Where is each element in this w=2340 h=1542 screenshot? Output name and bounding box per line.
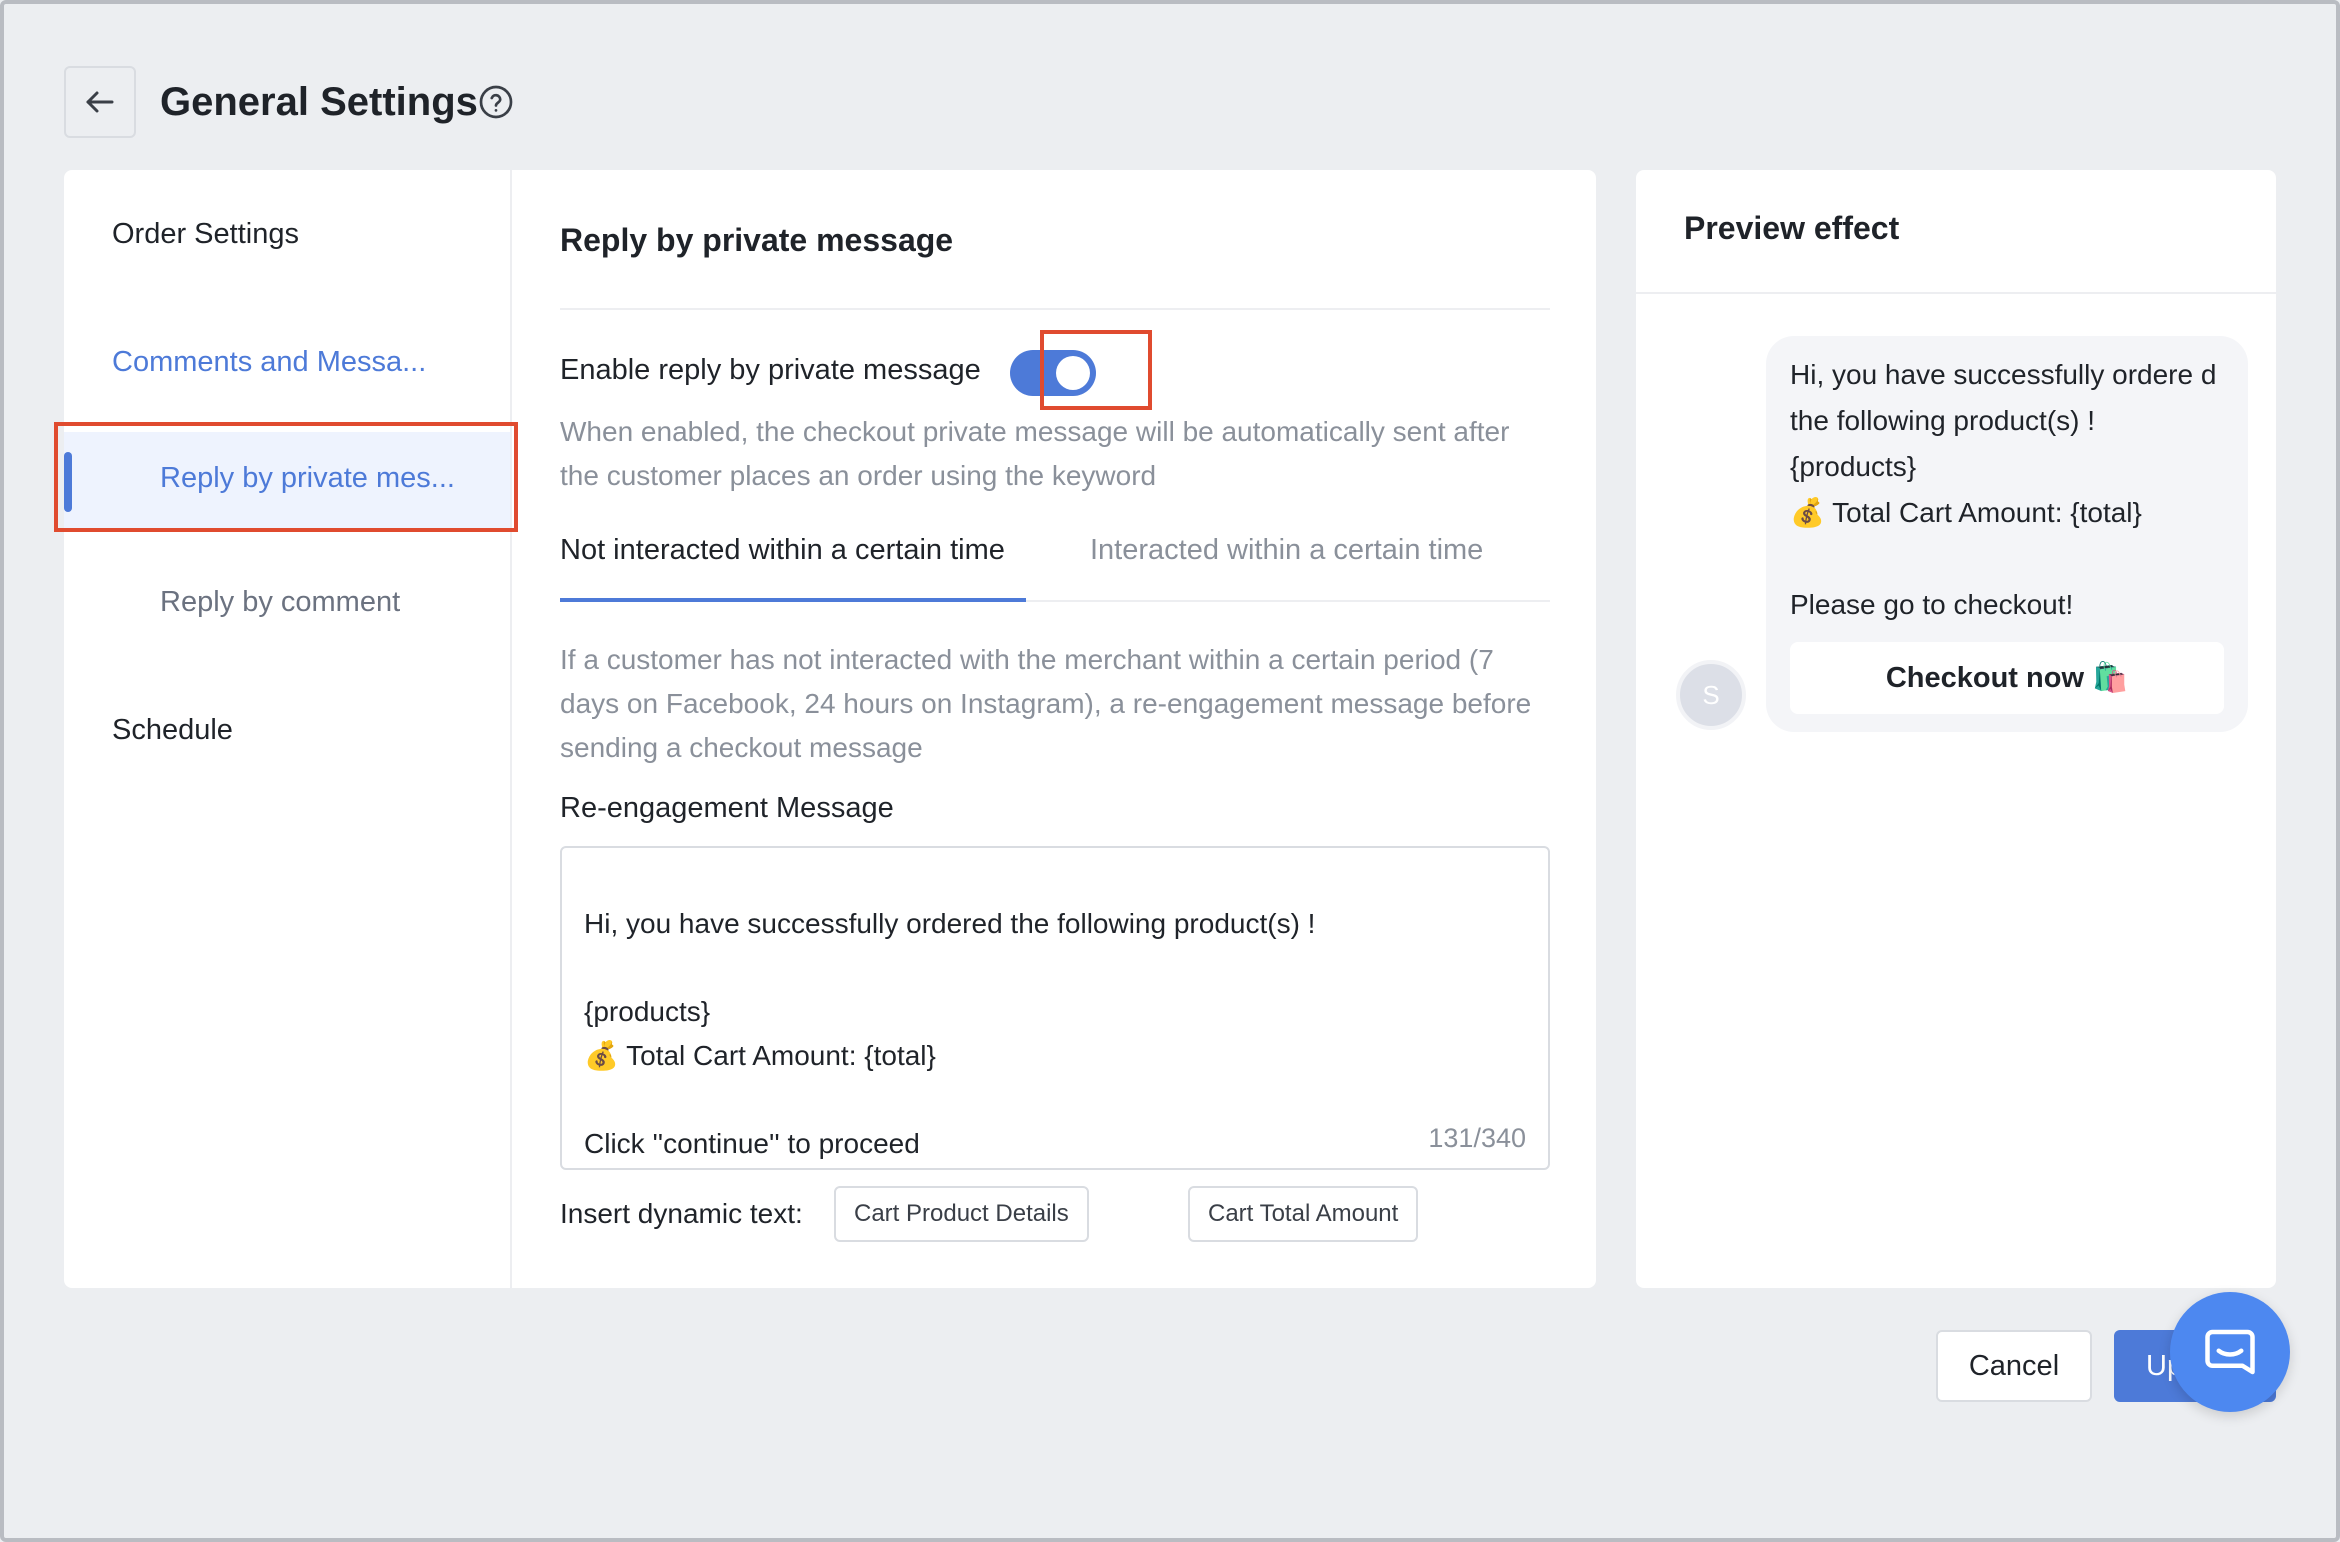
enable-description: When enabled, the checkout private messa… — [560, 416, 1510, 491]
cancel-button[interactable]: Cancel — [1936, 1330, 2092, 1402]
arrow-left-icon — [86, 91, 114, 113]
active-tab-underline — [560, 598, 1026, 602]
question-circle-icon[interactable] — [478, 84, 514, 120]
sidebar-item-schedule[interactable]: Schedule — [112, 710, 233, 750]
message-bubble: Hi, you have successfully ordere d the f… — [1766, 336, 2248, 732]
bubble-text: Hi, you have successfully ordere d the f… — [1790, 359, 2217, 620]
character-counter: 131/340 — [1428, 1123, 1526, 1153]
checkout-now-button[interactable]: Checkout now 🛍️ — [1790, 642, 2224, 714]
info-text: If a customer has not interacted with th… — [560, 644, 1532, 763]
toggle-knob — [1056, 356, 1090, 390]
sidebar: Order Settings Comments and Messa... Rep… — [64, 170, 512, 1288]
reengagement-label: Re-engagement Message — [560, 792, 894, 824]
textarea-value: Hi, you have successfully ordered the fo… — [584, 908, 1316, 1159]
sidebar-item-reply-by-private-message[interactable]: Reply by private mes... — [64, 432, 510, 532]
enable-label: Enable reply by private message — [560, 354, 981, 386]
sidebar-item-order-settings[interactable]: Order Settings — [112, 214, 299, 254]
settings-card: Order Settings Comments and Messa... Rep… — [64, 170, 1596, 1288]
sidebar-item-label: Reply by private mes... — [160, 462, 455, 494]
divider — [1636, 292, 2276, 294]
insert-dynamic-text-label: Insert dynamic text: — [560, 1198, 803, 1229]
chat-widget-button[interactable] — [2170, 1292, 2290, 1412]
cart-product-details-button[interactable]: Cart Product Details — [834, 1186, 1089, 1242]
preview-title: Preview effect — [1684, 210, 1900, 246]
section-title: Reply by private message — [560, 222, 954, 258]
avatar: S — [1676, 660, 1746, 730]
sidebar-item-comments-and-messages[interactable]: Comments and Messa... — [112, 342, 426, 382]
active-indicator — [64, 452, 72, 512]
preview-card: Preview effect Hi, you have successfully… — [1636, 170, 2276, 1288]
cart-total-amount-button[interactable]: Cart Total Amount — [1188, 1186, 1419, 1242]
tabs: Not interacted within a certain time Int… — [560, 530, 1550, 602]
chat-icon — [2205, 1329, 2255, 1375]
page-title: General Settings — [160, 80, 478, 124]
sidebar-item-reply-by-comment[interactable]: Reply by comment — [160, 582, 400, 622]
enable-toggle[interactable] — [1010, 350, 1096, 396]
back-button[interactable] — [64, 66, 136, 138]
tab-interacted[interactable]: Interacted within a certain time — [1090, 530, 1483, 570]
divider — [560, 308, 1550, 310]
tab-not-interacted[interactable]: Not interacted within a certain time — [560, 530, 1005, 570]
reengagement-message-textarea[interactable]: Hi, you have successfully ordered the fo… — [560, 846, 1550, 1170]
